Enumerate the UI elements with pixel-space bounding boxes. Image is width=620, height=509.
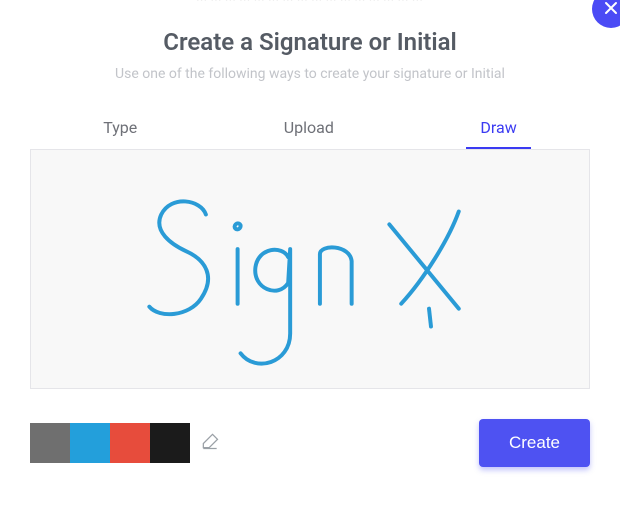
color-swatch-red[interactable] bbox=[110, 423, 150, 463]
create-button[interactable]: Create bbox=[479, 419, 590, 467]
eraser-button[interactable] bbox=[190, 423, 230, 463]
signature-draw-canvas[interactable] bbox=[30, 149, 590, 389]
tab-draw[interactable]: Draw bbox=[466, 112, 530, 149]
tab-upload[interactable]: Upload bbox=[270, 112, 348, 149]
color-swatch-black[interactable] bbox=[150, 423, 190, 463]
color-palette bbox=[30, 423, 230, 463]
color-swatch-gray[interactable] bbox=[30, 423, 70, 463]
eraser-icon bbox=[200, 431, 220, 455]
background-peek-text: ··· ··· ··· ··· ··· ··· ··· ··· ··· ··· … bbox=[0, 0, 620, 6]
modal-subtitle: Use one of the following ways to create … bbox=[0, 66, 620, 82]
close-icon bbox=[603, 0, 619, 21]
color-swatch-blue[interactable] bbox=[70, 423, 110, 463]
tab-type[interactable]: Type bbox=[89, 112, 151, 149]
drawn-signature-sample bbox=[31, 150, 589, 388]
signature-method-tabs: Type Upload Draw bbox=[30, 112, 590, 149]
modal-title: Create a Signature or Initial bbox=[0, 28, 620, 56]
